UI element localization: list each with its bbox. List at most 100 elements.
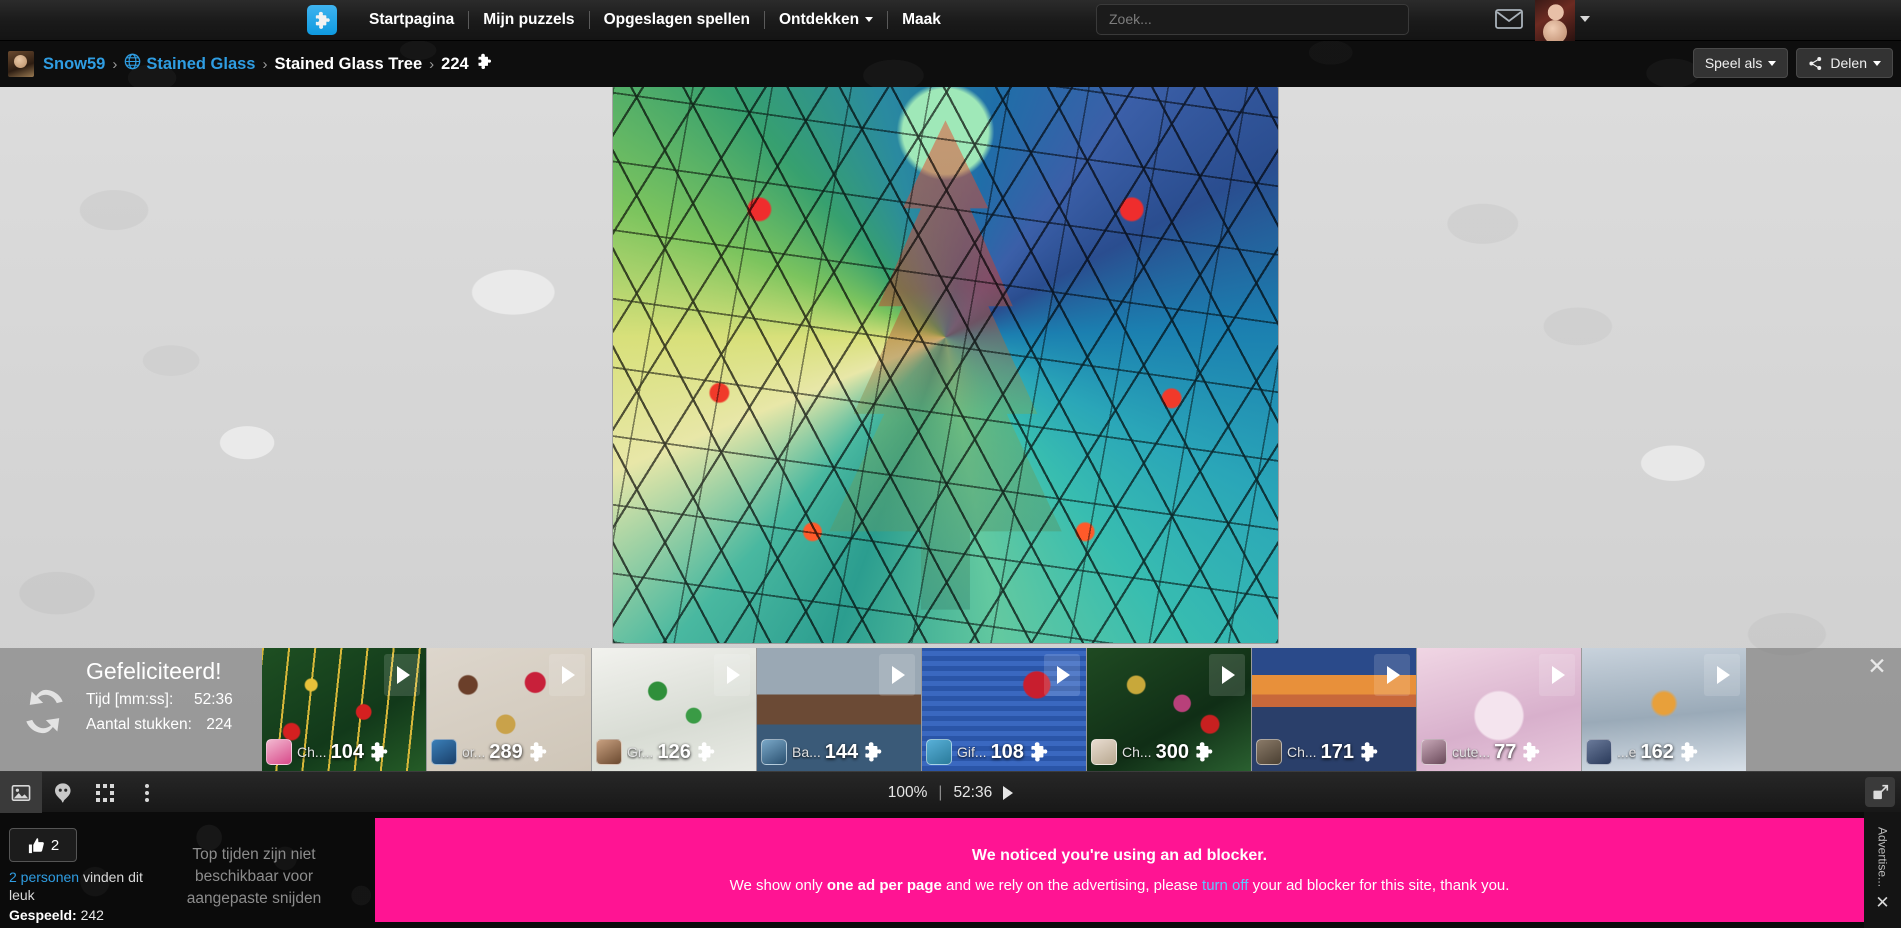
nav-item-maak[interactable]: Maak [888, 11, 955, 29]
play-as-button[interactable]: Speel als [1692, 48, 1789, 78]
thumbnail-piece-count: 77 [1494, 740, 1517, 763]
nav-item-opgeslagen-spellen[interactable]: Opgeslagen spellen [590, 11, 764, 29]
thumbnail-author-avatar [926, 739, 952, 765]
pieces-label: Aantal stukken: [86, 716, 192, 733]
completion-filmstrip-overlay: Gefeliciteerd! Tijd [mm:ss]: 52:36 Aanta… [0, 648, 1901, 771]
play-icon[interactable] [714, 654, 750, 696]
time-value: 52:36 [194, 691, 233, 708]
site-logo-puzzle-piece-icon[interactable] [307, 5, 337, 35]
play-icon[interactable] [1704, 654, 1740, 696]
related-puzzle-thumbnail[interactable]: ...e 162 [1582, 648, 1746, 771]
zoom-level: 100% [887, 783, 928, 801]
thumbnail-title: ...e [1617, 744, 1637, 760]
more-options-icon[interactable] [126, 772, 168, 813]
play-icon[interactable] [384, 654, 420, 696]
play-icon[interactable] [1044, 654, 1080, 696]
breadcrumb-item-category[interactable]: Stained Glass [146, 54, 255, 74]
thumbnail-author-avatar [431, 739, 457, 765]
nav-label: Ontdekken [779, 11, 860, 28]
related-puzzle-thumbnail[interactable]: Gif... 108 [922, 648, 1086, 771]
chevron-down-icon[interactable] [1580, 16, 1590, 22]
replay-icon[interactable] [17, 684, 72, 739]
thumbnail-author-avatar [266, 739, 292, 765]
play-icon[interactable] [1539, 654, 1575, 696]
pieces-value: 224 [206, 716, 233, 733]
share-button[interactable]: Delen [1796, 48, 1893, 78]
related-puzzle-thumbnail[interactable]: Gr... 126 [592, 648, 756, 771]
thumbnail-title: or... [462, 744, 486, 760]
chevron-down-icon [1873, 60, 1881, 66]
fullscreen-icon[interactable] [1865, 777, 1895, 807]
played-label: Gespeeld: [9, 907, 77, 923]
puzzle-ghost-icon[interactable] [42, 772, 84, 813]
related-puzzle-thumbnail[interactable]: Ch... 300 [1087, 648, 1251, 771]
image-icon[interactable] [0, 772, 42, 813]
nav-item-mijn-puzzels[interactable]: Mijn puzzels [469, 11, 588, 29]
thumbnail-title: Ba... [792, 744, 821, 760]
close-icon[interactable]: ✕ [1875, 893, 1889, 913]
play-icon[interactable] [1003, 785, 1014, 800]
like-button[interactable]: 2 [9, 828, 77, 862]
thumbnail-meta: cute... 77 [1417, 737, 1581, 767]
related-puzzle-thumbnail[interactable]: or... 289 [427, 648, 591, 771]
user-avatar[interactable] [1535, 0, 1575, 41]
nav-item-startpagina[interactable]: Startpagina [355, 11, 468, 29]
puzzle-piece-icon [475, 52, 494, 76]
breadcrumb-bar: Snow59 › Stained Glass › Stained Glass T… [0, 41, 1901, 87]
like-people-link[interactable]: 2 personen [9, 869, 79, 885]
breadcrumb-item-puzzle-title: Stained Glass Tree [274, 55, 423, 73]
related-puzzle-thumbnail[interactable]: Ch... 104 [262, 648, 426, 771]
nav-label: Opgeslagen spellen [603, 11, 750, 28]
thumbnail-piece-count: 104 [330, 740, 364, 763]
puzzle-piece-icon [694, 740, 718, 764]
play-icon[interactable] [1374, 654, 1410, 696]
congratulations-panel: Gefeliciteerd! Tijd [mm:ss]: 52:36 Aanta… [0, 648, 262, 771]
nav-item-ontdekken[interactable]: Ontdekken [765, 11, 887, 29]
thumbnail-piece-count: 289 [489, 740, 523, 763]
search-input[interactable]: Zoek... [1096, 4, 1409, 35]
puzzle-piece-icon [1027, 740, 1051, 764]
related-puzzle-thumbnail[interactable]: Ba... 144 [757, 648, 921, 771]
thumbnail-title: cute... [1452, 744, 1491, 760]
thumbnail-meta: Gr... 126 [592, 737, 756, 767]
time-row: Tijd [mm:ss]: 52:36 [86, 691, 233, 709]
puzzle-piece-icon [1519, 740, 1543, 764]
timer-value: 52:36 [953, 783, 993, 801]
thumbnail-piece-count: 126 [657, 740, 691, 763]
close-icon[interactable]: ✕ [1866, 655, 1888, 678]
thumbnail-title: Ch... [297, 744, 327, 760]
breadcrumb-item-user[interactable]: Snow59 [43, 54, 105, 74]
thumbnail-author-avatar [761, 739, 787, 765]
advertisement-rail: Advertise... ✕ [1864, 812, 1901, 928]
played-count: Gespeeld: 242 [9, 907, 104, 923]
puzzle-piece-icon [367, 740, 391, 764]
thumbnail-title: Ch... [1122, 744, 1152, 760]
breadcrumb-separator: › [262, 55, 268, 73]
related-puzzle-thumbnail[interactable]: Ch... 171 [1252, 648, 1416, 771]
envelope-icon[interactable] [1494, 5, 1524, 33]
thumbnail-piece-count: 162 [1640, 740, 1674, 763]
breadcrumb-item-piece-count: 224 [441, 55, 469, 73]
advertise-label: Advertise... [1875, 826, 1890, 888]
play-icon[interactable] [549, 654, 585, 696]
completed-puzzle-image[interactable] [613, 87, 1278, 643]
played-value: 242 [80, 907, 104, 923]
play-as-label: Speel als [1704, 55, 1763, 71]
play-icon[interactable] [879, 654, 915, 696]
thumbnail-meta: Gif... 108 [922, 737, 1086, 767]
puzzle-piece-icon [1192, 740, 1216, 764]
grid-icon[interactable] [84, 772, 126, 813]
play-icon[interactable] [1209, 654, 1245, 696]
thumbnail-author-avatar [1256, 739, 1282, 765]
share-label: Delen [1830, 55, 1867, 71]
chevron-down-icon [865, 17, 874, 22]
adblock-banner: We noticed you're using an ad blocker. W… [375, 818, 1864, 922]
breadcrumb-avatar[interactable] [8, 51, 34, 77]
share-icon [1808, 56, 1823, 71]
adblock-msg-p1: We show only [729, 876, 827, 894]
related-puzzle-thumbnail[interactable]: cute... 77 [1417, 648, 1581, 771]
turn-off-link[interactable]: turn off [1202, 877, 1248, 894]
pieces-row: Aantal stukken: 224 [86, 716, 232, 734]
thumbs-up-icon [27, 836, 46, 855]
globe-icon [124, 53, 141, 75]
